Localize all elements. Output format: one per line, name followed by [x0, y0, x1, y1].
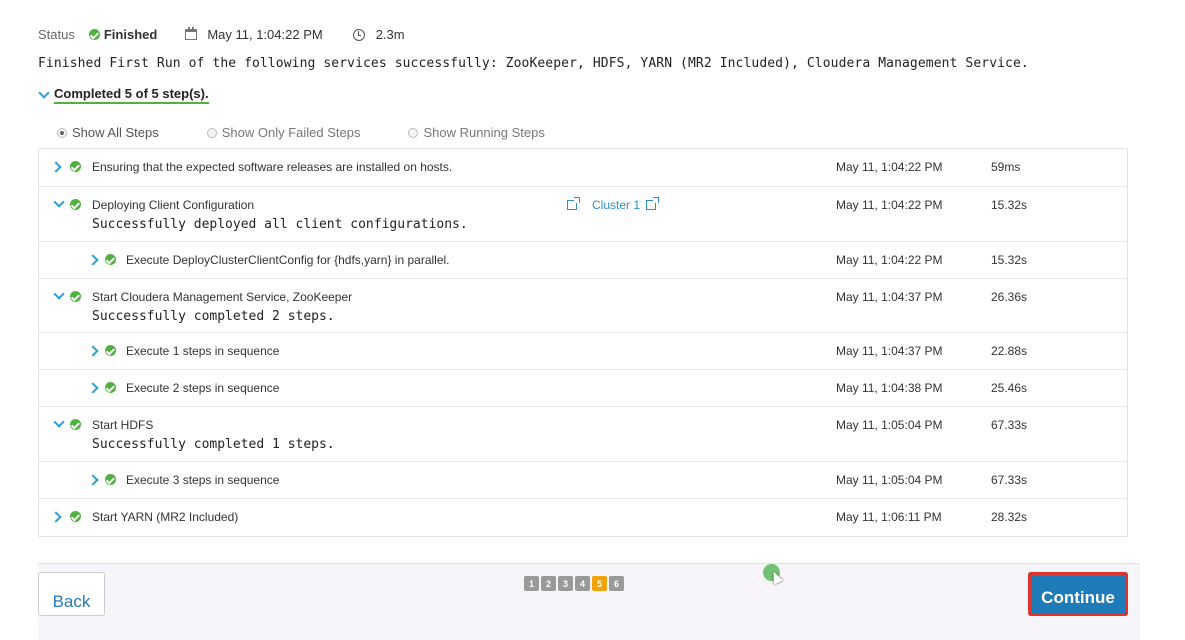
success-check-icon	[70, 419, 81, 430]
step-title: Start Cloudera Management Service, ZooKe…	[92, 290, 353, 304]
step-row: Ensuring that the expected software rele…	[39, 149, 1127, 187]
success-check-icon	[105, 254, 116, 265]
success-check-icon	[105, 382, 116, 393]
radio[interactable]	[206, 127, 217, 138]
back-button[interactable]: Back	[38, 572, 105, 616]
step-time: May 11, 1:05:04 PM	[836, 418, 943, 432]
step-title: Deploying Client Configuration	[92, 198, 255, 212]
filter-show-running-steps[interactable]: Show Running Steps	[408, 125, 545, 140]
success-check-icon	[70, 161, 81, 172]
success-check-icon	[88, 29, 100, 40]
step-time: May 11, 1:04:22 PM	[836, 160, 943, 174]
page-step[interactable]: 3	[558, 576, 573, 591]
cluster-link[interactable]: Cluster 1	[592, 197, 660, 212]
success-check-icon	[70, 511, 81, 522]
step-row: Start Cloudera Management Service, ZooKe…	[39, 279, 1127, 333]
radio-selected[interactable]	[57, 127, 67, 138]
filter-label: Show Running Steps	[423, 125, 545, 140]
step-time: May 11, 1:05:04 PM	[836, 473, 943, 487]
substep-row: Execute 3 steps in sequence May 11, 1:05…	[39, 462, 1127, 499]
success-check-icon	[105, 345, 116, 356]
external-link-icon[interactable]	[646, 197, 660, 210]
step-time: May 11, 1:04:22 PM	[836, 253, 943, 267]
filter-show-failed-steps[interactable]: Show Only Failed Steps	[206, 125, 361, 140]
step-title: Execute 3 steps in sequence	[126, 473, 280, 487]
chevron-down-icon[interactable]	[53, 196, 65, 208]
step-duration: 26.36s	[991, 290, 1028, 304]
substep-row: Execute 1 steps in sequence May 11, 1:04…	[39, 333, 1127, 370]
step-duration: 25.46s	[991, 381, 1028, 395]
filter-label: Show All Steps	[72, 125, 159, 140]
substep-row: Execute 2 steps in sequence May 11, 1:04…	[39, 370, 1127, 407]
step-time: May 11, 1:04:37 PM	[836, 290, 943, 304]
clock-icon	[352, 28, 365, 41]
success-check-icon	[70, 199, 81, 210]
step-filters: Show All Steps Show Only Failed Steps Sh…	[57, 125, 593, 140]
success-check-icon	[70, 291, 81, 302]
step-duration: 15.32s	[991, 253, 1028, 267]
status-value: Finished	[103, 27, 158, 42]
step-title: Execute DeployClusterClientConfig for {h…	[126, 253, 450, 267]
step-description: Successfully completed 1 steps.	[92, 437, 335, 452]
steps-table: Ensuring that the expected software rele…	[38, 148, 1128, 537]
status-date: May 11, 1:04:22 PM	[207, 27, 323, 42]
chevron-down-icon[interactable]	[53, 288, 65, 300]
page-step[interactable]: 4	[575, 576, 590, 591]
completed-label[interactable]: Completed 5 of 5 step(s).	[54, 86, 209, 104]
filter-show-all-steps[interactable]: Show All Steps	[57, 125, 159, 140]
step-duration: 28.32s	[991, 510, 1028, 524]
wizard-pager: 1 2 3 4 5 6	[524, 576, 626, 591]
page-step-active[interactable]: 5	[592, 576, 607, 591]
page-step[interactable]: 6	[609, 576, 624, 591]
chevron-right-icon[interactable]	[50, 161, 62, 173]
status-label: Status	[38, 27, 75, 42]
substep-row: Execute DeployClusterClientConfig for {h…	[39, 242, 1127, 279]
step-row: Start HDFS Successfully completed 1 step…	[39, 407, 1127, 462]
step-title: Start YARN (MR2 Included)	[92, 510, 239, 524]
cluster-link-label[interactable]: Cluster 1	[592, 198, 640, 212]
continue-button[interactable]: Continue	[1028, 572, 1128, 616]
chevron-right-icon[interactable]	[50, 511, 62, 523]
step-duration: 15.32s	[991, 198, 1028, 212]
step-title: Start HDFS	[92, 418, 154, 432]
filter-label: Show Only Failed Steps	[221, 125, 361, 140]
step-row: Deploying Client Configuration Successfu…	[39, 187, 1127, 242]
step-title: Ensuring that the expected software rele…	[92, 160, 453, 174]
step-duration: 59ms	[991, 160, 1021, 174]
radio[interactable]	[408, 127, 419, 138]
step-description: Successfully completed 2 steps.	[92, 309, 335, 324]
step-description: Successfully deployed all client configu…	[92, 217, 468, 232]
chevron-right-icon[interactable]	[87, 382, 99, 394]
chevron-right-icon[interactable]	[87, 345, 99, 357]
step-duration: 67.33s	[991, 473, 1028, 487]
step-time: May 11, 1:04:22 PM	[836, 198, 943, 212]
page-step[interactable]: 1	[524, 576, 539, 591]
chevron-right-icon[interactable]	[87, 254, 99, 266]
chevron-right-icon[interactable]	[87, 474, 99, 486]
chevron-down-icon	[38, 87, 50, 99]
step-time: May 11, 1:04:37 PM	[836, 344, 943, 358]
page-step[interactable]: 2	[541, 576, 556, 591]
wizard-footer: Back 1 2 3 4 5 6 Continue	[38, 563, 1140, 640]
step-row: Start YARN (MR2 Included) May 11, 1:06:1…	[39, 499, 1127, 536]
calendar-icon	[185, 27, 198, 40]
step-title: Execute 1 steps in sequence	[126, 344, 280, 358]
success-check-icon	[105, 474, 116, 485]
external-link-icon[interactable]	[567, 197, 580, 210]
step-title: Execute 2 steps in sequence	[126, 381, 280, 395]
run-summary: Finished First Run of the following serv…	[38, 56, 1029, 71]
step-time: May 11, 1:06:11 PM	[836, 510, 942, 524]
step-duration: 67.33s	[991, 418, 1028, 432]
chevron-down-icon[interactable]	[53, 416, 65, 428]
status-duration: 2.3m	[375, 27, 405, 42]
step-duration: 22.88s	[991, 344, 1028, 358]
step-time: May 11, 1:04:38 PM	[836, 381, 943, 395]
completed-toggle[interactable]: Completed 5 of 5 step(s).	[38, 86, 209, 104]
status-bar: Status Finished May 11, 1:04:22 PM 2.3m	[38, 27, 405, 42]
